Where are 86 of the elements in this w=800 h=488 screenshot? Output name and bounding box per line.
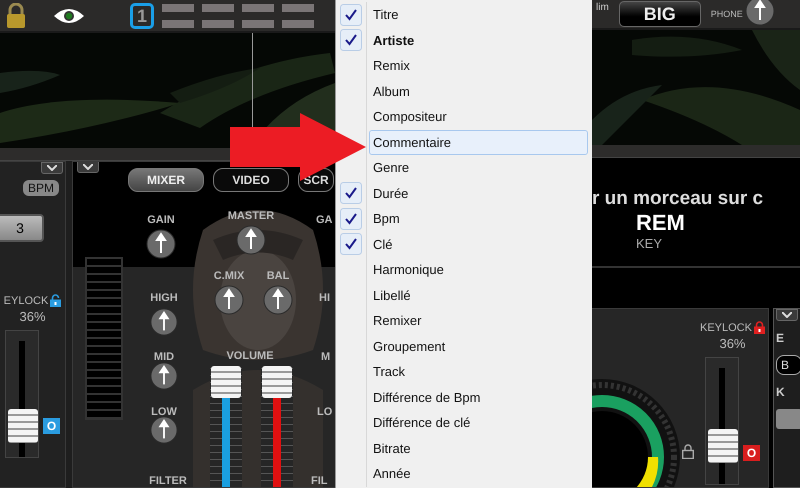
dropdown-button[interactable] [776,309,798,321]
deck-slot-button[interactable] [202,4,234,12]
menu-item[interactable]: Album [369,78,588,104]
menu-item[interactable]: Différence de Bpm [369,384,588,410]
panel-label: K [776,385,785,399]
big-button[interactable]: BIG [618,1,701,27]
knob[interactable] [214,285,244,315]
bpm-badge: BPM [22,180,59,196]
key-label: KEY [636,236,664,251]
knob-label: GA [316,214,332,226]
knob[interactable] [146,229,176,259]
arrow-icon [228,111,367,183]
knob-label: M [321,351,330,363]
menu-item[interactable]: Harmonique [369,257,588,282]
deck-slot-button[interactable] [282,4,314,12]
knob[interactable] [150,416,178,444]
padlock-icon[interactable] [754,321,765,334]
sync-badge[interactable]: O [742,445,760,461]
keylock-label: EYLOCK [4,294,48,306]
deck-slot-button[interactable] [202,20,234,28]
deck-slot-button[interactable] [242,20,274,28]
fader-thumb[interactable] [211,366,241,398]
menu-item[interactable]: Bitrate [369,436,588,461]
knob-label: GAIN [147,214,175,226]
knob-label: LOW [151,406,177,418]
knob[interactable] [150,308,178,336]
knob-label: C.MIX [214,270,244,282]
menu-item[interactable]: Libellé [369,282,588,308]
filter-label: FILTER [149,475,187,487]
knob-label: HI [319,292,330,304]
menu-item[interactable]: Track [369,359,588,384]
knob[interactable] [263,285,293,315]
volume-label: VOLUME [226,350,274,362]
menu-item[interactable]: Groupement [369,334,588,359]
slider-thumb[interactable] [708,428,738,462]
effect-button[interactable]: B [776,355,800,375]
deck-slot-button[interactable] [282,20,314,28]
key-value: REM [636,210,686,236]
limiter-label: lim [596,2,609,13]
toggle-button[interactable] [776,409,800,429]
menu-item[interactable]: Titre [369,2,588,28]
menu-item[interactable]: Différence de clé [369,410,588,436]
pitch-percent: 36% [19,309,46,324]
pitch-percent: 36% [719,336,746,351]
pitch-slider[interactable] [4,330,39,458]
slider-thumb[interactable] [8,409,38,444]
caret-icon [782,312,792,318]
knob-label: MID [154,351,174,363]
dropdown-button[interactable] [41,162,63,174]
menu-item[interactable]: Remix [369,53,588,78]
menu-item[interactable]: Genre [369,155,588,180]
menu-item[interactable]: Durée [369,180,588,206]
menu-item[interactable]: Bpm [369,206,588,232]
knob-label: LO [317,406,332,418]
knob-label: HIGH [150,292,178,304]
menu-item[interactable]: Compositeur [369,104,588,130]
track-title: r un morceau sur c [592,188,764,210]
eye-icon[interactable] [53,6,85,24]
menu-item[interactable]: Clé [369,232,588,257]
mixer-tab[interactable]: VIDEO [213,168,289,192]
knob[interactable] [744,0,775,26]
caret-icon [47,165,57,171]
deck-slot-button[interactable] [242,4,274,12]
deck-slot-button[interactable] [162,20,194,28]
mixer-tab[interactable]: MIXER [128,168,204,192]
menu-item[interactable]: Remixer [369,308,588,334]
deck-slot-button[interactable] [162,4,194,12]
pitch-slider[interactable] [704,357,739,485]
dropdown-button[interactable] [77,162,99,173]
keylock-label: KEYLOCK [700,322,752,334]
knob-label: MASTER [228,210,274,222]
phone-label: PHONE [710,9,743,19]
padlock-icon[interactable] [50,294,62,307]
menu-item[interactable]: Année [369,461,588,486]
menu-item[interactable]: Artiste [369,28,588,53]
menu-item[interactable]: Commentaire [369,130,588,155]
pitch-button[interactable]: 3 [0,214,44,242]
fader-thumb[interactable] [262,366,292,398]
knob-label: BAL [266,270,290,282]
knob[interactable] [150,362,178,390]
knob[interactable] [236,225,266,255]
padlock-icon[interactable] [682,444,694,459]
deck-number-button[interactable]: 1 [130,2,154,28]
caret-icon [83,164,93,170]
panel-label: E [776,331,784,345]
knob-label: FIL [311,475,328,487]
